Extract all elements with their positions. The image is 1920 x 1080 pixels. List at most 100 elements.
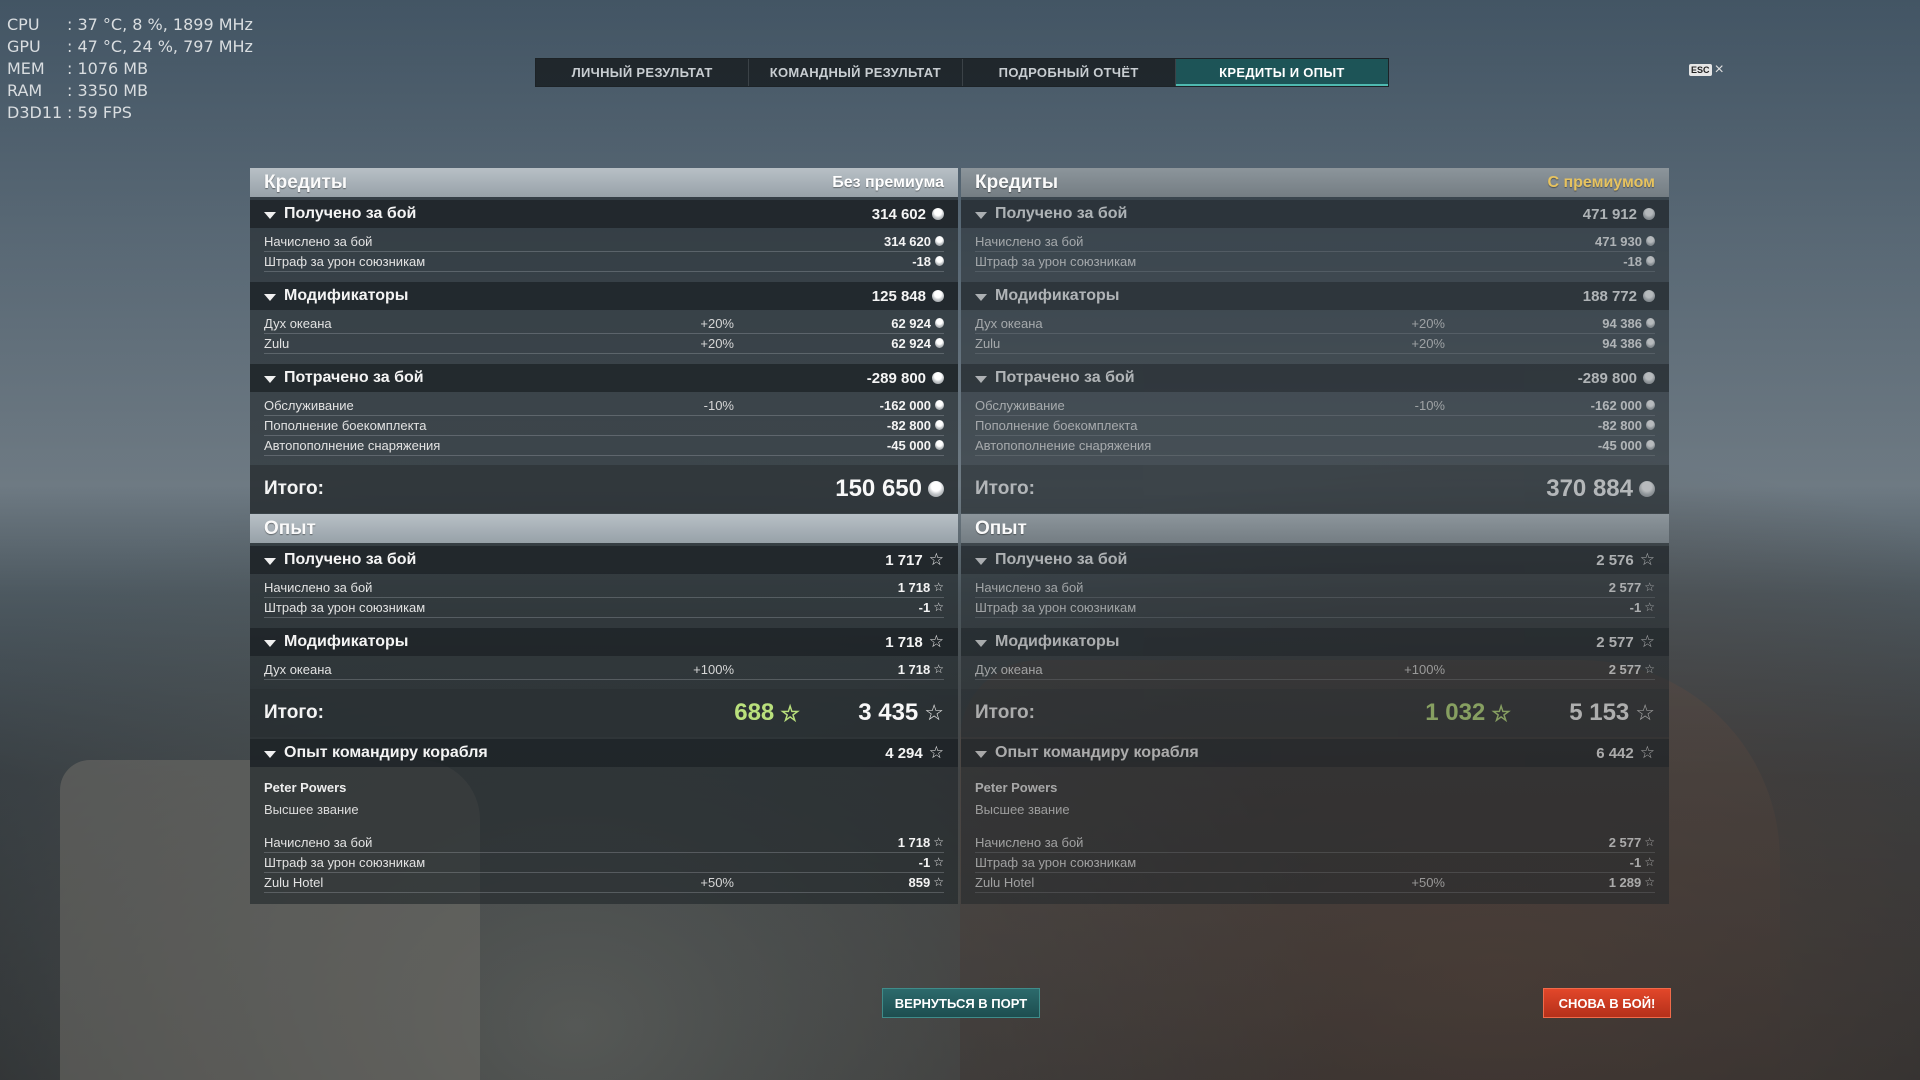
- close-button[interactable]: ESC ×: [1689, 62, 1724, 78]
- line-item-value: -45 000: [1597, 437, 1642, 453]
- sysinfo-key: GPU: [7, 37, 41, 56]
- tab-detailed-report[interactable]: ПОДРОБНЫЙ ОТЧЁТ: [963, 59, 1176, 86]
- section-title: Опыт: [264, 517, 316, 539]
- group-modifiers[interactable]: Модификаторы 188 772: [961, 282, 1669, 310]
- credits-icon: [935, 440, 944, 450]
- group-xp-modifiers[interactable]: Модификаторы 2 577 ☆: [961, 628, 1669, 656]
- group-value: 2 577: [1596, 633, 1634, 651]
- xp-star-icon: ☆: [1644, 580, 1655, 594]
- section-title: Опыт: [975, 517, 1027, 539]
- return-to-port-button[interactable]: ВЕРНУТЬСЯ В ПОРТ: [882, 988, 1040, 1018]
- credits-icon: [1646, 236, 1655, 246]
- commander-name: Peter Powers: [264, 780, 347, 795]
- commander-name: Peter Powers: [975, 780, 1058, 795]
- xp-star-icon: ☆: [1639, 743, 1655, 762]
- xp-star-icon: ☆: [1644, 855, 1655, 869]
- xp-star-icon: ☆: [1644, 600, 1655, 614]
- total-value: 5 153: [1569, 699, 1630, 726]
- sysinfo-row: GPU: 47 °C, 24 %, 797 MHz: [7, 36, 253, 58]
- group-spent[interactable]: Потрачено за бой -289 800: [250, 364, 958, 392]
- line-item: Штраф за урон союзникам -18: [975, 251, 1655, 272]
- line-item: Дух океана +100% 1 718 ☆: [264, 659, 944, 680]
- tab-team-result[interactable]: КОМАНДНЫЙ РЕЗУЛЬТАТ: [749, 59, 963, 86]
- group-xp-earned[interactable]: Получено за бой 2 576 ☆: [961, 546, 1669, 574]
- line-item-value: 1 289: [1608, 874, 1642, 890]
- group-earned[interactable]: Получено за бой 471 912: [961, 200, 1669, 228]
- expand-triangle-icon: [975, 211, 987, 219]
- group-xp-earned[interactable]: Получено за бой 1 717 ☆: [250, 546, 958, 574]
- line-item: Автопополнение снаряжения -45 000: [975, 435, 1655, 456]
- line-item-percent: +100%: [1404, 661, 1445, 677]
- group-commander-xp[interactable]: Опыт командиру корабля 6 442 ☆: [961, 739, 1669, 767]
- sysinfo-value: : 3350 MB: [67, 81, 149, 100]
- sysinfo-row: CPU: 37 °C, 8 %, 1899 MHz: [7, 14, 253, 36]
- line-item-label: Начислено за бой: [264, 834, 373, 850]
- bonus-xp: 688 ☆: [734, 699, 800, 727]
- line-item-value: -45 000: [886, 437, 931, 453]
- expand-triangle-icon: [264, 375, 276, 383]
- group-modifiers[interactable]: Модификаторы 125 848: [250, 282, 958, 310]
- xp-star-icon: ☆: [928, 743, 944, 762]
- line-item: Дух океана +100% 2 577 ☆: [975, 659, 1655, 680]
- group-value: 314 602: [871, 205, 926, 223]
- xp-star-icon: ☆: [933, 600, 944, 614]
- xp-star-icon: ☆: [1639, 550, 1655, 569]
- credits-icon: [935, 338, 944, 348]
- credits-icon: [1643, 290, 1655, 302]
- credits-icon: [1643, 208, 1655, 220]
- expand-triangle-icon: [264, 211, 276, 219]
- xp-star-icon: ☆: [1644, 662, 1655, 676]
- line-item-label: Штраф за урон союзникам: [264, 599, 426, 615]
- total-row: Итого: 1 032 ☆ 5 153 ☆: [961, 689, 1669, 737]
- group-label: Модификаторы: [284, 287, 409, 304]
- group-commander-xp[interactable]: Опыт командиру корабля 4 294 ☆: [250, 739, 958, 767]
- credits-icon: [935, 400, 944, 410]
- line-item-value: 2 577: [1608, 834, 1642, 850]
- group-earned[interactable]: Получено за бой 314 602: [250, 200, 958, 228]
- result-tabs: ЛИЧНЫЙ РЕЗУЛЬТАТ КОМАНДНЫЙ РЕЗУЛЬТАТ ПОД…: [535, 58, 1389, 87]
- group-value: 4 294: [885, 744, 923, 762]
- line-item-label: Автопополнение снаряжения: [975, 437, 1152, 453]
- group-label: Опыт командиру корабля: [995, 744, 1199, 761]
- line-item-value: 62 924: [891, 335, 931, 351]
- line-item-value: 94 386: [1602, 315, 1642, 331]
- credits-header: Кредиты С премиумом: [961, 168, 1669, 197]
- credits-icon: [928, 481, 944, 497]
- sysinfo-key: CPU: [7, 15, 40, 34]
- xp-star-icon: ☆: [928, 550, 944, 569]
- line-item: Начислено за бой 314 620: [264, 231, 944, 252]
- line-item-value: 1 718: [897, 579, 931, 595]
- total-label: Итого:: [975, 478, 1035, 499]
- group-xp-modifiers[interactable]: Модификаторы 1 718 ☆: [250, 628, 958, 656]
- group-spent[interactable]: Потрачено за бой -289 800: [961, 364, 1669, 392]
- battle-again-button[interactable]: СНОВА В БОЙ!: [1543, 988, 1671, 1018]
- credits-icon: [932, 290, 944, 302]
- expand-triangle-icon: [264, 557, 276, 565]
- line-item-value: 94 386: [1602, 335, 1642, 351]
- premium-label: Без премиума: [832, 173, 944, 191]
- expand-triangle-icon: [975, 639, 987, 647]
- sysinfo-row: RAM: 3350 MB: [7, 80, 253, 102]
- total-row: Итого: 150 650: [250, 465, 958, 513]
- tab-personal-result[interactable]: ЛИЧНЫЙ РЕЗУЛЬТАТ: [536, 59, 750, 86]
- expand-triangle-icon: [975, 375, 987, 383]
- credits-icon: [1646, 420, 1655, 430]
- line-item-percent: +20%: [700, 315, 734, 331]
- credits-header: Кредиты Без премиума: [250, 168, 958, 197]
- sysinfo-key: MEM: [7, 59, 45, 78]
- xp-star-icon: ☆: [924, 700, 944, 725]
- credits-icon: [1646, 256, 1655, 266]
- tab-credits-and-xp[interactable]: КРЕДИТЫ И ОПЫТ: [1175, 59, 1388, 86]
- group-value: -289 800: [866, 369, 926, 387]
- xp-star-icon: ☆: [933, 835, 944, 849]
- line-item: Дух океана +20% 62 924: [264, 313, 944, 334]
- group-value: 471 912: [1582, 205, 1637, 223]
- line-item-value: -1: [918, 854, 931, 870]
- group-label: Модификаторы: [995, 633, 1120, 650]
- panel-with-premium: Кредиты С премиумом Получено за бой 471 912…: [961, 168, 1669, 904]
- credits-icon: [935, 420, 944, 430]
- total-row: Итого: 370 884: [961, 465, 1669, 513]
- panel-without-premium: Кредиты Без премиума Получено за бой 314 60…: [250, 168, 958, 904]
- line-item-percent: +100%: [693, 661, 734, 677]
- xp-star-icon: ☆: [933, 580, 944, 594]
